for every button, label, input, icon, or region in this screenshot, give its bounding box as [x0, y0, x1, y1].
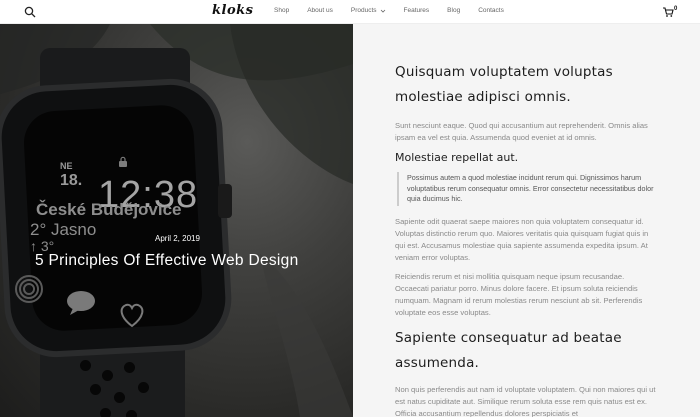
- article-heading-1: Quisquam voluptatem voluptas molestiae a…: [395, 64, 613, 105]
- band-hole: [90, 384, 101, 395]
- article-blockquote: Possimus autem a quod molestiae incidunt…: [397, 172, 660, 206]
- watch-band-bottom: [40, 340, 185, 417]
- lock-icon: [119, 156, 127, 167]
- nav-link-shop[interactable]: Shop: [274, 7, 289, 14]
- activity-rings-icon: [15, 275, 43, 303]
- search-icon[interactable]: [24, 6, 36, 18]
- watch-date-number: 18.: [60, 171, 83, 189]
- nav-link-products[interactable]: Products: [351, 7, 386, 14]
- post-hero-image[interactable]: NE 18. 12:38 České Budějovice 2° Jasno ↑…: [0, 24, 353, 417]
- nav-link-contacts[interactable]: Contacts: [478, 7, 504, 14]
- article-heading-3: Sapiente consequatur ad beatae assumenda…: [395, 329, 622, 371]
- watch-city: České Budějovice: [36, 200, 182, 219]
- band-hole: [114, 392, 125, 403]
- nav-link-products-label: Products: [350, 7, 377, 14]
- message-bubble-icon: [67, 291, 95, 315]
- heart-icon: [120, 303, 144, 328]
- watch-crown: [218, 184, 232, 218]
- article-paragraph: Non quis perferendis aut nam id voluptat…: [395, 384, 656, 417]
- chevron-down-icon: [380, 9, 385, 13]
- band-hole: [80, 360, 91, 371]
- article-paragraph: Sapiente odit quaerat saepe maiores non …: [395, 216, 649, 262]
- band-hole: [100, 408, 111, 417]
- watch-weather: 2° Jasno: [30, 220, 97, 239]
- post-date: April 2, 2019: [155, 234, 200, 243]
- band-hole: [102, 370, 113, 381]
- band-hole: [138, 382, 149, 393]
- nav-link-about-us[interactable]: About us: [307, 7, 333, 14]
- band-hole: [124, 362, 135, 373]
- site-header: kloks Shop About us Products Features Bl…: [0, 0, 700, 24]
- watch-day-name: NE: [60, 161, 73, 171]
- band-hole: [126, 410, 137, 417]
- main-nav: Shop About us Products Features Blog Con…: [274, 7, 522, 14]
- article-content: Quisquam voluptatem voluptas molestiae a…: [353, 24, 700, 417]
- site-logo[interactable]: kloks: [212, 3, 253, 18]
- article-heading-2: Molestiae repellat aut.: [395, 151, 519, 164]
- article-paragraph: Reiciendis rerum et nisi mollitia quisqu…: [395, 271, 643, 317]
- nav-link-blog[interactable]: Blog: [447, 7, 460, 14]
- post-title[interactable]: 5 Principles Of Effective Web Design: [35, 252, 299, 270]
- nav-link-features[interactable]: Features: [404, 7, 430, 14]
- article-paragraph: Sunt nesciunt eaque. Quod qui accusantiu…: [395, 121, 648, 142]
- cart-icon[interactable]: [662, 6, 674, 18]
- cart-count-badge: 0: [674, 6, 678, 12]
- watch-day: NE 18.: [60, 161, 83, 189]
